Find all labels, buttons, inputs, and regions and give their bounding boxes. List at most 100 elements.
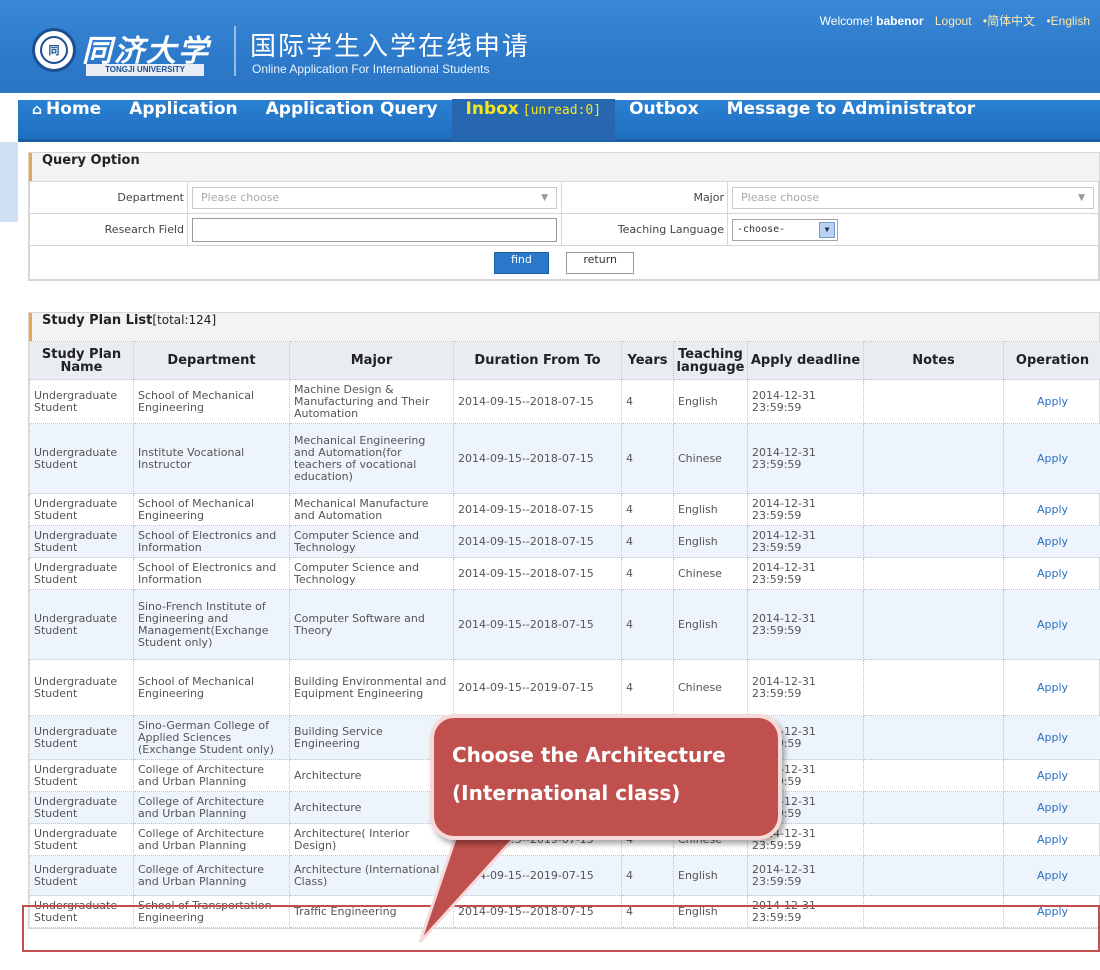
cell-teaching-language: English [673,589,748,660]
cell-major: Architecture [289,759,454,792]
teaching-language-value: -choose- [737,223,786,235]
nav-application[interactable]: Application [115,99,251,141]
nav-application-query[interactable]: Application Query [252,99,452,141]
cell-teaching-language: English [673,855,748,896]
apply-link[interactable]: Apply [1003,589,1100,660]
teaching-language-select[interactable]: -choose- ▼ [732,218,838,241]
apply-link[interactable]: Apply [1003,759,1100,792]
col-teaching-language: Teaching language [673,341,748,380]
apply-link[interactable]: Apply [1003,423,1100,494]
cell-study-plan-name: Undergraduate Student [29,791,134,824]
query-panel: Query Option Department Please choose ▼ … [28,152,1100,281]
apply-link[interactable]: Apply [1003,557,1100,590]
cell-apply-deadline: 2014-12-31 23:59:59 [747,525,864,558]
nav-inbox[interactable]: Inbox [unread:0] [451,98,616,141]
logout-link[interactable]: Logout [935,14,972,28]
apply-link[interactable]: Apply [1003,823,1100,856]
table-row: Undergraduate Student School of Electroni… [29,525,1100,558]
apply-link[interactable]: Apply [1003,715,1100,760]
cell-notes [863,493,1004,526]
cell-major: Computer Software and Theory [289,589,454,660]
site-title-cn: 国际学生入学在线申请 [250,32,531,62]
table-row: Undergraduate Student School of Mechanica… [29,493,1100,526]
apply-link[interactable]: Apply [1003,379,1100,424]
nav-outbox[interactable]: Outbox [615,99,713,141]
department-label: Department [29,181,188,214]
cell-duration: 2014-09-15--2018-07-15 [453,423,622,494]
cell-notes [863,759,1004,792]
cell-teaching-language: English [673,379,748,424]
research-field-label: Research Field [29,213,188,246]
col-duration: Duration From To [453,341,622,380]
col-notes: Notes [863,341,1004,380]
home-icon: ⌂ [32,101,43,118]
apply-link[interactable]: Apply [1003,525,1100,558]
cell-department: College of Architecture and Urban Planni… [133,759,290,792]
major-select[interactable]: Please choose ▼ [732,186,1094,209]
col-department: Department [133,341,290,380]
return-button[interactable]: return [566,251,635,274]
cell-department: Institute Vocational Instructor [133,423,290,494]
cell-study-plan-name: Undergraduate Student [29,557,134,590]
cell-apply-deadline: 2014-12-31 23:59:59 [747,589,864,660]
lang-cn-link[interactable]: •简体中文 [983,14,1035,28]
left-decor-strip [0,142,18,222]
apply-link[interactable]: Apply [1003,659,1100,716]
col-apply-deadline: Apply deadline [747,341,864,380]
cell-study-plan-name: Undergraduate Student [29,379,134,424]
nav-home[interactable]: ⌂ Home [18,99,115,141]
apply-link[interactable]: Apply [1003,791,1100,824]
nav-message-admin[interactable]: Message to Administrator [713,99,990,141]
cell-department: School of Electronics and Information [133,525,290,558]
apply-link[interactable]: Apply [1003,493,1100,526]
nav-home-label: Home [46,98,102,119]
cell-apply-deadline: 2014-12-31 23:59:59 [747,423,864,494]
table-row: Undergraduate Student School of Electroni… [29,557,1100,590]
cell-teaching-language: Chinese [673,423,748,494]
research-field-input[interactable] [192,217,557,242]
table-row: Undergraduate Student School of Mechanica… [29,379,1100,424]
cell-major: Building Service Engineering [289,715,454,760]
lang-en-link[interactable]: •English [1046,14,1090,28]
main-nav: ⌂ Home Application Application Query Inbo… [18,98,1100,142]
cell-study-plan-name: Undergraduate Student [29,659,134,716]
header-divider [234,26,236,76]
cell-duration: 2014-09-15--2018-07-15 [453,379,622,424]
cell-years: 4 [621,379,674,424]
department-select[interactable]: Please choose ▼ [192,186,557,209]
cell-years: 4 [621,557,674,590]
cell-apply-deadline: 2014-12-31 23:59:59 [747,659,864,716]
cell-teaching-language: English [673,493,748,526]
cell-study-plan-name: Undergraduate Student [29,493,134,526]
cell-major: Architecture [289,791,454,824]
cell-notes [863,557,1004,590]
cell-study-plan-name: Undergraduate Student [29,715,134,760]
study-plan-title: Study Plan List[total:124] [29,313,1099,341]
find-button[interactable]: find [493,251,549,274]
table-header-row: Study Plan Name Department Major Duratio… [29,341,1100,380]
col-operation: Operation [1003,341,1100,380]
table-row: Undergraduate Student Sino-French Institu… [29,589,1100,660]
cell-department: School of Mechanical Engineering [133,659,290,716]
cell-years: 4 [621,659,674,716]
cell-duration: 2014-09-15--2019-07-15 [453,855,622,896]
cell-notes [863,589,1004,660]
cell-notes [863,525,1004,558]
cell-apply-deadline: 2014-12-31 23:59:59 [747,493,864,526]
apply-link[interactable]: Apply [1003,855,1100,896]
cell-notes [863,715,1004,760]
callout-line-2: (International class) [452,781,681,805]
cell-duration: 2014-09-15--2018-07-15 [453,557,622,590]
col-years: Years [621,341,674,380]
cell-years: 4 [621,855,674,896]
teaching-language-label: Teaching Language [561,213,728,246]
col-study-plan-name: Study Plan Name [29,341,134,380]
inbox-unread-count: [unread:0] [522,102,602,118]
user-bar: Welcome! babenor Logout •简体中文 •English [820,12,1090,29]
cell-major: Computer Science and Technology [289,525,454,558]
cell-notes [863,379,1004,424]
cell-teaching-language: Chinese [673,659,748,716]
cell-study-plan-name: Undergraduate Student [29,823,134,856]
cell-major: Machine Design & Manufacturing and Their… [289,379,454,424]
cell-study-plan-name: Undergraduate Student [29,855,134,896]
